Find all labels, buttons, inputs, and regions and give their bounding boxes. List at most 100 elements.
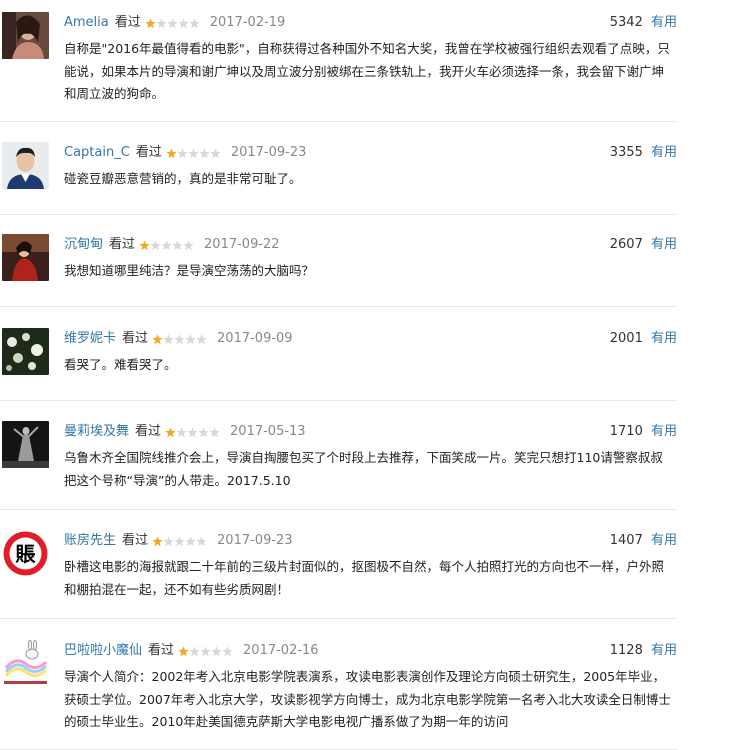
star-empty-icon: [174, 535, 185, 546]
star-rating: [145, 17, 200, 29]
star-filled-icon: [178, 645, 189, 656]
review-item: Captain_C 看过 2017-09-23 3355 有用 碰瓷豆瓣恶意营销…: [0, 130, 677, 215]
review-item: 维罗妮卡 看过 2017-09-09 2001 有用 看哭了。难看哭了。: [0, 316, 677, 401]
review-text: 我想知道哪里纯洁？是导演空荡荡的大脑吗？: [64, 263, 315, 278]
star-empty-icon: [200, 645, 211, 656]
vote-count: 5342: [609, 15, 643, 30]
star-rating: [152, 333, 207, 345]
vote-count: 3355: [609, 145, 643, 160]
star-empty-icon: [178, 17, 189, 28]
review-date: 2017-09-23: [230, 145, 307, 160]
star-filled-icon: [145, 17, 156, 28]
white-flowers-icon: [2, 328, 49, 375]
status-label: 看过: [148, 643, 175, 658]
star-empty-icon: [183, 239, 194, 250]
review-date: 2017-09-09: [217, 331, 293, 346]
woman-red-dress-icon: [2, 234, 49, 281]
star-empty-icon: [187, 426, 198, 437]
star-empty-icon: [199, 147, 210, 158]
seal-character: 賬: [16, 542, 37, 566]
review-date: 2017-05-13: [230, 424, 306, 439]
star-filled-icon: [139, 239, 150, 250]
avatar[interactable]: [2, 328, 49, 375]
avatar[interactable]: [2, 421, 49, 468]
username-link[interactable]: 账房先生: [64, 532, 116, 550]
review-text: 导演个人简介：2002年考入北京电影学院表演系，攻读电影表演创作及理论方向硕士研…: [64, 669, 671, 729]
woman-portrait-icon: [2, 12, 49, 59]
review-meta: 账房先生 看过 2017-09-23: [64, 532, 293, 550]
star-empty-icon: [196, 333, 207, 344]
useful-button[interactable]: 有用: [651, 643, 677, 658]
username-link[interactable]: Amelia: [64, 14, 109, 32]
username-link[interactable]: 维罗妮卡: [64, 330, 116, 348]
status-label: 看过: [114, 15, 141, 30]
review-item: 賬 账房先生 看过 2017-09-23 1407 有用 卧槽这电影的海报就跟二…: [0, 518, 677, 619]
star-empty-icon: [198, 426, 209, 437]
useful-votes: 1128 有用: [610, 642, 677, 660]
star-empty-icon: [211, 645, 222, 656]
review-list: Amelia 看过 2017-02-19 5342 有用 自称是"2016年最值…: [0, 0, 738, 750]
status-label: 看过: [135, 424, 162, 439]
star-empty-icon: [176, 426, 187, 437]
useful-votes: 3355 有用: [610, 144, 677, 162]
man-portrait-icon: [2, 142, 49, 189]
review-text: 乌鲁木齐全国院线推介会上，导演自掏腰包买了个时段上去推荐，下面笑成一片。笑完只想…: [64, 450, 663, 488]
star-empty-icon: [167, 17, 178, 28]
vote-count: 1710: [609, 424, 643, 439]
review-date: 2017-02-16: [243, 643, 319, 658]
useful-button[interactable]: 有用: [651, 237, 677, 252]
review-date: 2017-02-19: [209, 15, 286, 30]
useful-button[interactable]: 有用: [651, 145, 677, 160]
star-rating: [166, 147, 221, 159]
useful-button[interactable]: 有用: [651, 15, 677, 30]
review-item: Amelia 看过 2017-02-19 5342 有用 自称是"2016年最值…: [0, 0, 677, 122]
vote-count: 1128: [609, 643, 643, 658]
review-meta: Captain_C 看过 2017-09-23: [64, 144, 306, 162]
avatar[interactable]: 賬: [2, 530, 49, 577]
avatar[interactable]: [2, 142, 49, 189]
useful-button[interactable]: 有用: [651, 533, 677, 548]
useful-button[interactable]: 有用: [651, 424, 677, 439]
star-filled-icon: [152, 333, 163, 344]
star-empty-icon: [222, 645, 233, 656]
star-rating: [165, 426, 220, 438]
useful-votes: 1407 有用: [610, 532, 677, 550]
avatar[interactable]: [2, 12, 49, 59]
star-empty-icon: [177, 147, 188, 158]
review-item: 沉甸甸 看过 2017-09-22 2607 有用 我想知道哪里纯洁？是导演空荡…: [0, 222, 677, 307]
vote-count: 2001: [609, 331, 643, 346]
star-filled-icon: [152, 535, 163, 546]
star-empty-icon: [172, 239, 183, 250]
review-text: 碰瓷豆瓣恶意营销的，真的是非常可耻了。: [64, 171, 302, 186]
status-label: 看过: [122, 533, 149, 548]
review-text: 自称是"2016年最值得看的电影"，自称获得过各种国外不知名大奖，我曾在学校被强…: [64, 41, 670, 101]
vote-count: 1407: [609, 533, 643, 548]
star-empty-icon: [161, 239, 172, 250]
useful-votes: 2001 有用: [610, 330, 677, 348]
useful-button[interactable]: 有用: [651, 331, 677, 346]
username-link[interactable]: 曼莉埃及舞: [64, 423, 129, 441]
star-rating: [139, 239, 194, 251]
avatar[interactable]: [2, 234, 49, 281]
username-link[interactable]: Captain_C: [64, 144, 130, 162]
review-text: 卧槽这电影的海报就跟二十年前的三级片封面似的，抠图极不自然，每个人拍照打光的方向…: [64, 559, 665, 597]
username-link[interactable]: 巴啦啦小魔仙: [64, 642, 142, 660]
status-label: 看过: [135, 145, 162, 160]
review-text: 看哭了。难看哭了。: [64, 357, 177, 372]
review-meta: 巴啦啦小魔仙 看过 2017-02-16: [64, 642, 319, 660]
star-empty-icon: [185, 333, 196, 344]
status-label: 看过: [122, 331, 149, 346]
avatar[interactable]: [2, 640, 49, 687]
vote-count: 2607: [609, 237, 643, 252]
star-empty-icon: [185, 535, 196, 546]
username-link[interactable]: 沉甸甸: [64, 236, 103, 254]
status-label: 看过: [109, 237, 136, 252]
useful-votes: 2607 有用: [610, 236, 677, 254]
star-rating: [178, 645, 233, 657]
star-empty-icon: [156, 17, 167, 28]
star-empty-icon: [163, 333, 174, 344]
cartoon-rabbit-icon: [2, 640, 49, 687]
dancer-on-stage-icon: [2, 421, 49, 468]
review-meta: 维罗妮卡 看过 2017-09-09: [64, 330, 293, 348]
star-empty-icon: [163, 535, 174, 546]
